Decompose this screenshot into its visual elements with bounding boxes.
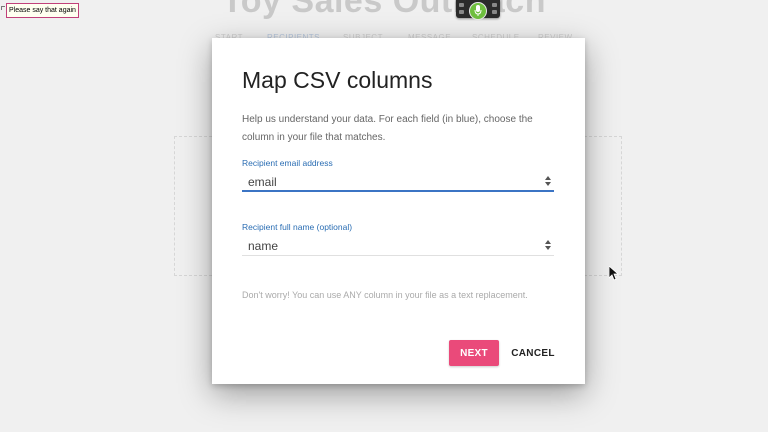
sort-arrows-icon [545,176,551,186]
voice-control-widget[interactable] [456,0,500,20]
widget-settings-icon[interactable] [459,3,464,7]
dialog-title: Map CSV columns [242,67,433,93]
email-column-select[interactable]: email [242,172,554,192]
sort-arrows-icon [545,240,551,250]
full-name-column-select[interactable]: name [242,236,554,256]
next-button[interactable]: NEXT [449,340,499,366]
tooltip-pointer [1,6,5,10]
map-csv-columns-dialog: Map CSV columns Help us understand your … [212,38,585,384]
microphone-button[interactable] [469,2,487,20]
full-name-field-label: Recipient full name (optional) [242,222,353,232]
widget-grid-icon[interactable] [459,10,464,14]
replacement-note: Don't worry! You can use ANY column in y… [242,290,528,300]
email-column-value: email [248,175,277,189]
full-name-column-value: name [248,239,279,253]
microphone-icon [474,5,482,16]
voice-tooltip: Please say that again [6,3,79,18]
dialog-description: Help us understand your data. For each f… [242,114,533,143]
background-title: Toy Sales Outreach [222,0,546,20]
email-field-label: Recipient email address [242,158,333,168]
mouse-pointer-icon [609,266,619,281]
cancel-button[interactable]: CANCEL [508,340,558,366]
widget-expand-icon[interactable] [492,10,497,14]
widget-close-icon[interactable] [492,3,497,7]
